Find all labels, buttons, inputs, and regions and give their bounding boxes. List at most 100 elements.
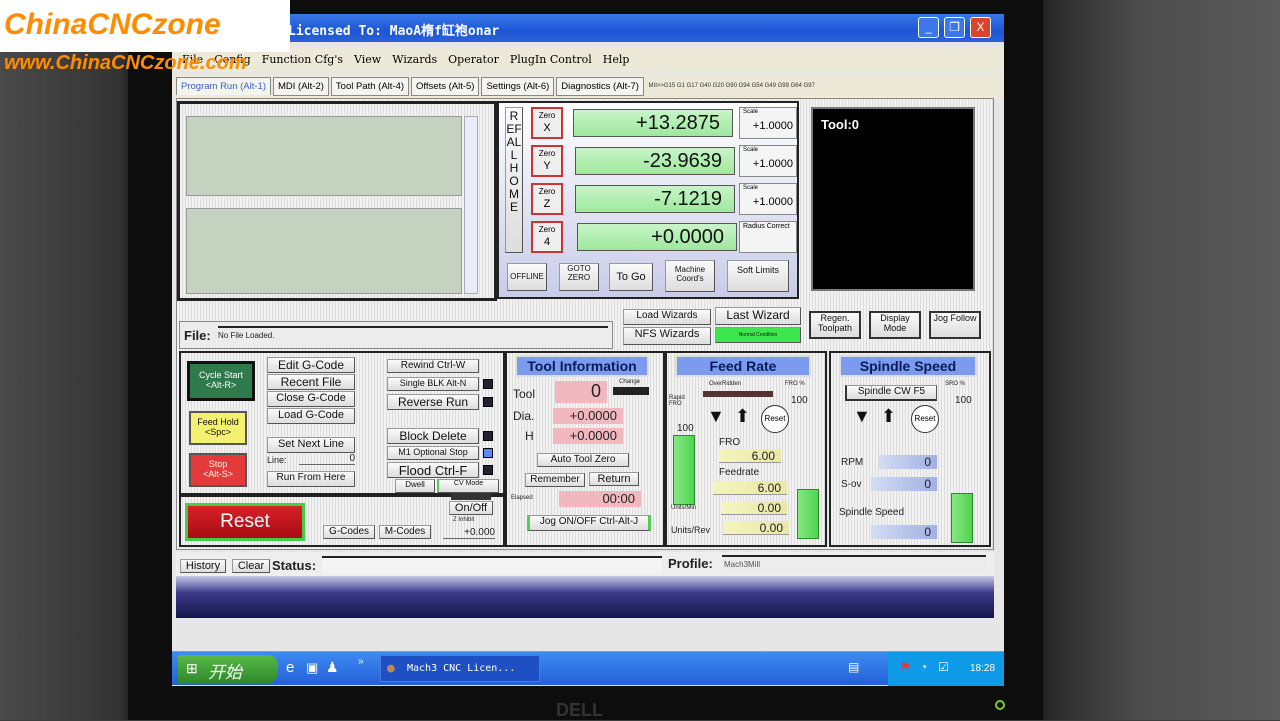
status-row: History Clear Status: Profile: Mach3Mill [176, 552, 994, 576]
run-from-here-button[interactable]: Run From Here [267, 471, 355, 487]
gcodes-button[interactable]: G-Codes [323, 525, 375, 539]
return-button[interactable]: Return [589, 472, 639, 486]
dro-x[interactable]: +13.2875 [573, 109, 733, 137]
menu-view[interactable]: View [354, 53, 381, 66]
spindle-speed-slider[interactable] [951, 493, 973, 543]
clear-button[interactable]: Clear [232, 559, 270, 573]
menu-operator[interactable]: Operator [448, 53, 499, 66]
reset-button[interactable]: Reset [185, 503, 305, 541]
cycle-start-button[interactable]: Cycle Start <Alt-R> [187, 361, 255, 401]
gcode-display[interactable] [186, 116, 462, 196]
jog-follow-button[interactable]: Jog Follow [929, 311, 981, 339]
overridden-led [703, 391, 773, 397]
fro-up-icon[interactable]: ⬆ [735, 407, 750, 425]
watermark-line2: www.ChinaCNCzone.com [4, 52, 247, 74]
maximize-button[interactable]: ❐ [944, 17, 965, 38]
fro-down-icon[interactable]: ▼ [707, 407, 725, 425]
regen-toolpath-button[interactable]: Regen. Toolpath [809, 311, 861, 339]
single-block-button[interactable]: Single BLK Alt-N [387, 377, 479, 391]
minimize-button[interactable]: _ [918, 17, 939, 38]
ref-all-home-button[interactable]: REF ALL HOME [505, 107, 523, 253]
sro-reset-button[interactable]: Reset [911, 405, 939, 433]
flood-button[interactable]: Flood Ctrl-F [387, 462, 479, 478]
z-inhibit-value[interactable]: +0.000 [443, 527, 495, 539]
mcodes-button[interactable]: M-Codes [379, 525, 431, 539]
soft-limits-button[interactable]: Soft Limits [727, 260, 789, 292]
machine-coords-button[interactable]: Machine Coord's [665, 260, 715, 292]
z-inhibit-onoff-button[interactable]: On/Off [449, 501, 493, 515]
dro-z[interactable]: -7.1219 [575, 185, 735, 213]
radius-correct-button[interactable]: Radius Correct [739, 221, 797, 253]
edit-gcode-button[interactable]: Edit G-Code [267, 357, 355, 373]
offline-button[interactable]: OFFLINE [507, 263, 547, 291]
stop-button[interactable]: Stop <Alt-S> [189, 453, 247, 487]
dro-4[interactable]: +0.0000 [577, 223, 737, 251]
reverse-run-button[interactable]: Reverse Run [387, 394, 479, 410]
start-button[interactable]: ⊞ 开始 [178, 655, 278, 683]
spindle-speed-value[interactable]: 0 [871, 525, 937, 539]
sro-up-icon[interactable]: ⬆ [881, 407, 896, 425]
gcode-scrollbar[interactable] [464, 116, 478, 294]
menu-help[interactable]: Help [603, 53, 630, 66]
feedrate-value[interactable]: 6.00 [713, 481, 787, 495]
zero-4-button[interactable]: Zero 4 [531, 221, 563, 253]
taskbar-item-mach3[interactable]: ● Mach3 CNC Licen... [380, 655, 540, 682]
tab-mdi[interactable]: MDI (Alt-2) [273, 77, 329, 96]
dro-panel: REF ALL HOME Zero X Zero Y Zero Z Zero 4 +13… [497, 101, 799, 299]
nfs-wizards-button[interactable]: NFS Wizards [623, 327, 711, 345]
title-bar: Licensed To: MaoA楕f缸袍onar [172, 14, 1004, 42]
spindle-cw-button[interactable]: Spindle CW F5 [845, 385, 937, 401]
zero-z-button[interactable]: Zero Z [531, 183, 563, 215]
change-tool-led [613, 387, 649, 395]
set-next-line-button[interactable]: Set Next Line [267, 437, 355, 453]
keyboard-icon[interactable]: ▤ [848, 660, 859, 674]
feedrate-slider[interactable] [797, 489, 819, 539]
zero-x-button[interactable]: Zero X [531, 107, 563, 139]
tab-tool-path[interactable]: Tool Path (Alt-4) [330, 77, 410, 96]
dia-value[interactable]: +0.0000 [553, 408, 623, 424]
ie-icon[interactable]: e [286, 659, 294, 676]
h-value[interactable]: +0.0000 [553, 428, 623, 444]
line-input[interactable]: 0 [299, 453, 355, 465]
auto-tool-zero-button[interactable]: Auto Tool Zero [537, 453, 629, 467]
close-button[interactable]: X [970, 17, 991, 38]
footer-band [176, 576, 994, 618]
more-icon[interactable]: » [358, 656, 364, 667]
remember-button[interactable]: Remember [525, 473, 585, 487]
tab-diagnostics[interactable]: Diagnostics (Alt-7) [556, 77, 644, 96]
to-go-button[interactable]: To Go [609, 263, 653, 291]
goto-zero-button[interactable]: GOTO ZERO [559, 263, 599, 291]
zero-y-button[interactable]: Zero Y [531, 145, 563, 177]
close-gcode-button[interactable]: Close G-Code [267, 391, 355, 407]
display-mode-button[interactable]: Display Mode [869, 311, 921, 339]
menu-wizards[interactable]: Wizards [392, 53, 437, 66]
load-wizards-button[interactable]: Load Wizards [623, 309, 711, 325]
desktop-icon[interactable]: ▣ [306, 660, 318, 676]
rewind-button[interactable]: Rewind Ctrl-W [387, 359, 479, 373]
dro-y[interactable]: -23.9639 [575, 147, 735, 175]
history-button[interactable]: History [180, 559, 226, 573]
qq-icon[interactable]: ♟ [326, 659, 339, 676]
rapid-fro-slider[interactable] [673, 435, 695, 505]
last-wizard-button[interactable]: Last Wizard [715, 307, 801, 325]
load-gcode-button[interactable]: Load G-Code [267, 408, 355, 424]
tool-number[interactable]: 0 [555, 381, 607, 403]
tab-settings[interactable]: Settings (Alt-6) [481, 77, 555, 96]
fro-value[interactable]: 6.00 [719, 449, 781, 463]
block-delete-button[interactable]: Block Delete [387, 428, 479, 444]
security-icon[interactable]: ☑ [938, 660, 949, 674]
feed-hold-button[interactable]: Feed Hold <Spc> [189, 411, 247, 445]
network-icon[interactable]: ⚑ [900, 660, 911, 674]
gcode-list[interactable] [186, 208, 462, 294]
feedrate-label: Feedrate [719, 467, 760, 478]
tab-offsets[interactable]: Offsets (Alt-5) [411, 77, 480, 96]
jog-onoff-button[interactable]: Jog ON/OFF Ctrl-Alt-J [527, 515, 651, 531]
sro-down-icon[interactable]: ▼ [853, 407, 871, 425]
m1-optional-stop-button[interactable]: M1 Optional Stop [387, 446, 479, 460]
sound-icon[interactable]: ◔ [920, 660, 927, 674]
single-block-led [483, 379, 493, 389]
tab-program-run[interactable]: Program Run (Alt-1) [176, 77, 271, 95]
recent-file-button[interactable]: Recent File [267, 374, 355, 390]
fro-reset-button[interactable]: Reset [761, 405, 789, 433]
menu-plugin-control[interactable]: PlugIn Control [510, 53, 592, 66]
